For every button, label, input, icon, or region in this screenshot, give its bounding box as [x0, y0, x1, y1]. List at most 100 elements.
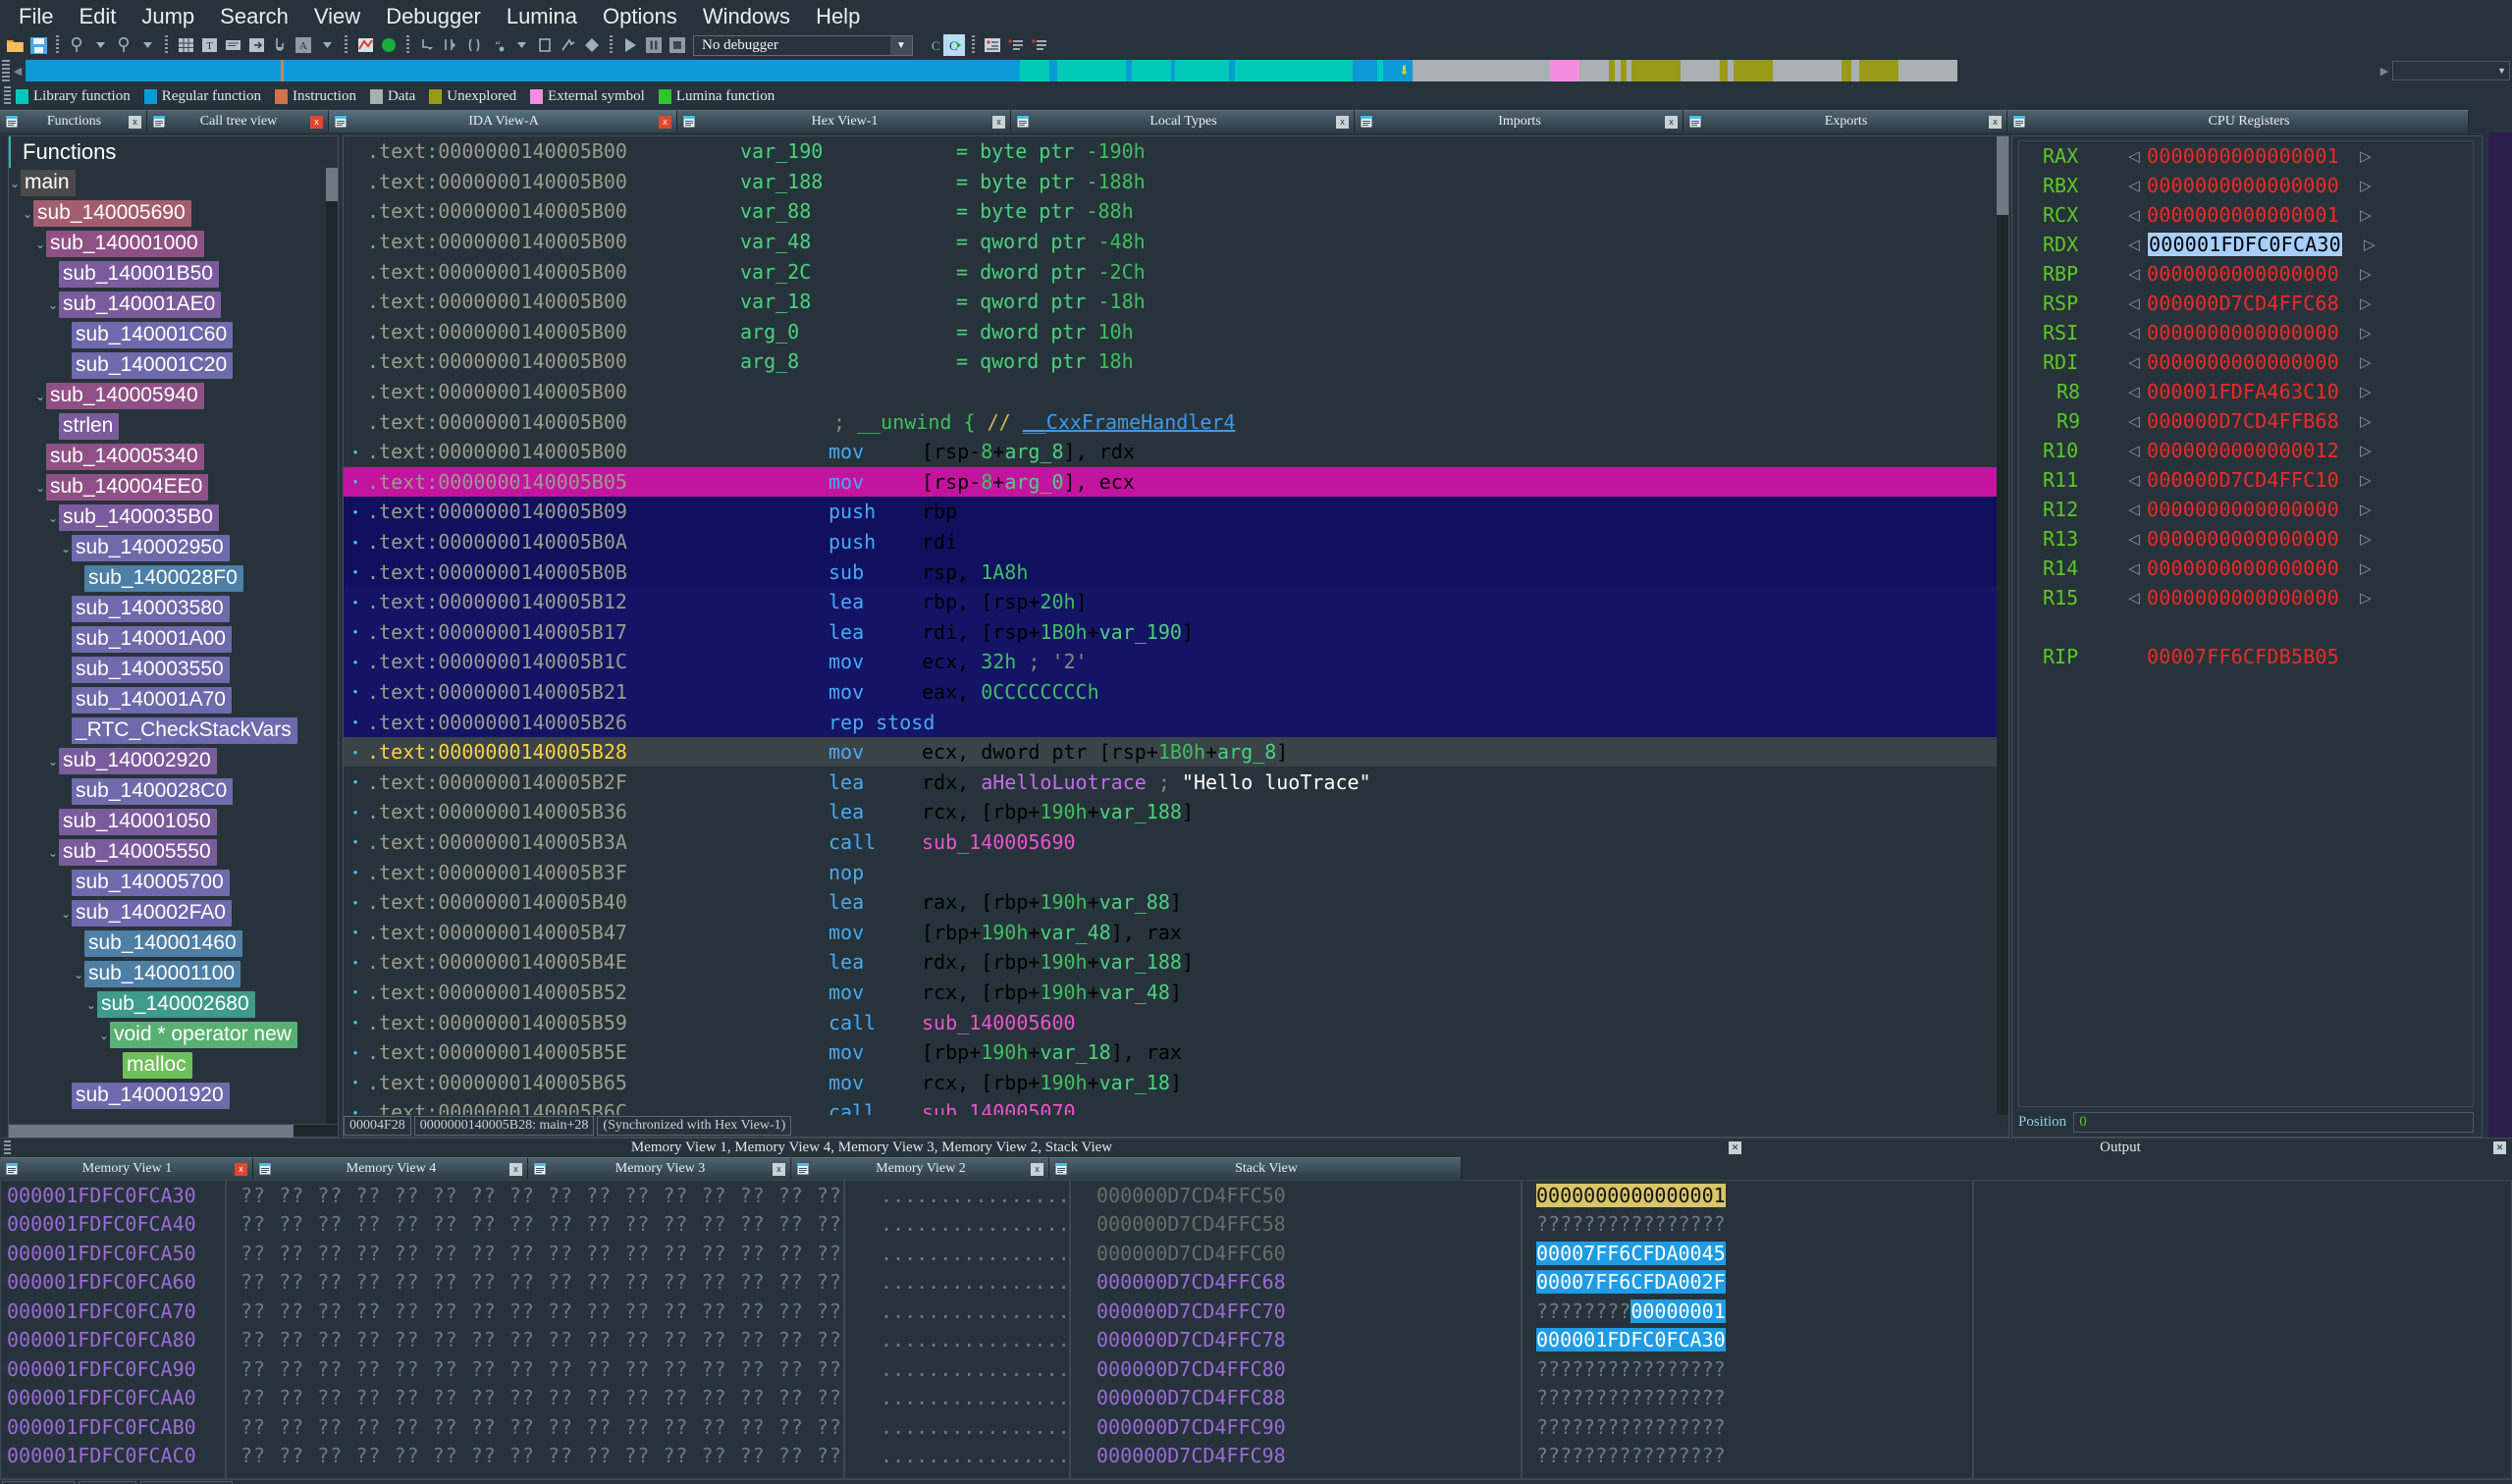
breakpoint-dot-icon[interactable]: •	[344, 745, 367, 760]
disassembly-line[interactable]: •.text:0000000140005B52movrcx, [rbp+190h…	[344, 978, 2008, 1008]
stack-row[interactable]: 000000D7CD4FFC78	[1071, 1326, 1521, 1355]
memory-row[interactable]: ?? ?? ?? ?? ?? ?? ?? ?? ?? ?? ?? ?? ?? ?…	[227, 1268, 843, 1298]
stack-row[interactable]: 000000D7CD4FFC70	[1071, 1297, 1521, 1326]
function-name[interactable]: sub_140004EE0	[46, 474, 208, 501]
function-name[interactable]: sub_140001920	[72, 1083, 230, 1109]
register-next-arrow-icon[interactable]: ▷	[2357, 236, 2382, 253]
register-value[interactable]: 0000000000000000	[2147, 556, 2339, 580]
function-name[interactable]: sub_140001A70	[72, 687, 232, 714]
memory-row[interactable]: ................	[845, 1326, 1069, 1355]
disassembly-line[interactable]: •.text:0000000140005B05mov[rsp-8+arg_0],…	[344, 467, 2008, 498]
disassembly-line[interactable]: .text:0000000140005B00var_2C= dword ptr …	[344, 256, 2008, 287]
disassembly-line[interactable]: •.text:0000000140005B5Emov[rbp+190h+var_…	[344, 1037, 2008, 1068]
tab-ida-view-a[interactable]: IDA View-Ax	[329, 110, 677, 132]
memory-row[interactable]: ................	[845, 1210, 1069, 1240]
stack-row[interactable]: ????????????????	[1523, 1442, 1972, 1471]
function-list-item[interactable]: ⌄void * operator new	[9, 1020, 338, 1050]
memory-row[interactable]: 000001FDFC0FCA80	[1, 1326, 225, 1355]
menu-item-lumina[interactable]: Lumina	[494, 4, 590, 29]
disassembly-line[interactable]: •.text:0000000140005B65movrcx, [rbp+190h…	[344, 1067, 2008, 1097]
memory-row[interactable]: ................	[845, 1442, 1069, 1471]
tab-imports[interactable]: Importsx	[1355, 110, 1684, 132]
register-value[interactable]: 0000000000000001	[2147, 203, 2339, 227]
list-remove-icon[interactable]	[1029, 34, 1050, 56]
menu-item-edit[interactable]: Edit	[66, 4, 129, 29]
function-name[interactable]: malloc	[123, 1052, 192, 1079]
stop-icon[interactable]	[667, 34, 688, 56]
disassembly-lines[interactable]: .text:0000000140005B00var_190= byte ptr …	[344, 136, 2008, 1128]
close-icon[interactable]: x	[509, 1163, 522, 1176]
register-row[interactable]: R8◁000001FDFA463C10▷	[2019, 377, 2473, 406]
close-icon[interactable]: x	[1031, 1163, 1043, 1176]
register-row[interactable]: RIP00007FF6CFDB5B05	[2019, 642, 2473, 671]
register-value[interactable]: 000000D7CD4FFB68	[2147, 409, 2339, 433]
nav-left-arrow-icon[interactable]: ◀	[10, 60, 26, 81]
disassembly-line[interactable]: •.text:0000000140005B1Cmovecx, 32h ; '2'	[344, 647, 2008, 677]
tab-hex-view-1[interactable]: Hex View-1x	[677, 110, 1011, 132]
chevron-down-icon[interactable]: ⌄	[47, 298, 59, 312]
register-next-arrow-icon[interactable]: ▷	[2353, 383, 2378, 400]
legend-grip[interactable]	[4, 86, 11, 106]
close-icon[interactable]: x	[773, 1163, 785, 1176]
memory-row[interactable]: ?? ?? ?? ?? ?? ?? ?? ?? ?? ?? ?? ?? ?? ?…	[227, 1384, 843, 1413]
breakpoint-dot-icon[interactable]: •	[344, 955, 367, 970]
dock-close-icon[interactable]: ✕	[1729, 1141, 1741, 1154]
nav-right-arrow-icon[interactable]: ▶	[2377, 60, 2392, 81]
function-name[interactable]: sub_140001B50	[59, 261, 219, 288]
breakpoint-dot-icon[interactable]: •	[344, 834, 367, 849]
register-next-arrow-icon[interactable]: ▷	[2353, 265, 2378, 283]
memory-row[interactable]: ................	[845, 1297, 1069, 1326]
stack-row[interactable]: 000000D7CD4FFC80	[1071, 1354, 1521, 1384]
memory-row[interactable]: 000001FDFC0FCA60	[1, 1268, 225, 1298]
functions-horizontal-scrollbar[interactable]	[9, 1124, 338, 1137]
register-next-arrow-icon[interactable]: ▷	[2353, 589, 2378, 607]
menu-item-options[interactable]: Options	[590, 4, 690, 29]
register-prev-arrow-icon[interactable]: ◁	[2121, 412, 2147, 430]
breakpoint-icon[interactable]: “	[487, 34, 508, 56]
stack-value[interactable]: ????????????????	[1536, 1444, 1726, 1467]
function-list-item[interactable]: sub_140003550	[9, 655, 338, 685]
tab-cpu-registers[interactable]: CPU Registers	[2007, 110, 2469, 132]
stack-row[interactable]: ????????????????	[1523, 1384, 1972, 1413]
breakpoint-dot-icon[interactable]: •	[344, 445, 367, 459]
register-value[interactable]: 000001FDFC0FCA30	[2147, 232, 2343, 257]
jump-icon[interactable]	[269, 34, 291, 56]
chevron-down-icon[interactable]: ⌄	[34, 390, 46, 403]
function-name[interactable]: sub_140001460	[84, 930, 242, 957]
function-list-item[interactable]: sub_140003580	[9, 594, 338, 624]
registers-icon[interactable]	[558, 34, 579, 56]
menu-item-debugger[interactable]: Debugger	[373, 4, 494, 29]
register-value[interactable]: 000000D7CD4FFC68	[2147, 292, 2339, 315]
memory-row[interactable]: ?? ?? ?? ?? ?? ?? ?? ?? ?? ?? ?? ?? ?? ?…	[227, 1354, 843, 1384]
forward-nav-icon[interactable]	[113, 34, 134, 56]
breakpoint-dot-icon[interactable]: •	[344, 805, 367, 820]
function-list-item[interactable]: sub_1400028F0	[9, 563, 338, 594]
chevron-down-icon[interactable]: ⌄	[34, 481, 46, 495]
function-list-item[interactable]: ⌄sub_140005550	[9, 837, 338, 868]
function-name[interactable]: sub_140001000	[46, 231, 204, 257]
function-name[interactable]: sub_140001A00	[72, 626, 232, 653]
disassembly-line[interactable]: .text:0000000140005B00var_190= byte ptr …	[344, 136, 2008, 167]
function-name[interactable]: sub_1400028F0	[84, 565, 243, 592]
pause-icon[interactable]	[643, 34, 665, 56]
stack-row[interactable]: 000000D7CD4FFC90	[1071, 1412, 1521, 1442]
disassembly-line[interactable]: .text:0000000140005B00	[344, 377, 2008, 407]
stack-row[interactable]: 0000000000000001	[1523, 1181, 1972, 1210]
output-close-icon[interactable]: ✕	[2493, 1141, 2506, 1154]
function-name[interactable]: sub_140003550	[72, 657, 230, 683]
close-icon[interactable]: x	[992, 116, 1005, 129]
nav-zoom-combo[interactable]: ▼	[2392, 61, 2510, 80]
breakpoint-dot-icon[interactable]: •	[344, 865, 367, 879]
disassembly-line[interactable]: •.text:0000000140005B0Bsubrsp, 1A8h	[344, 556, 2008, 587]
memory-row[interactable]: 000001FDFC0FCA30	[1, 1181, 225, 1210]
breakpoint-dot-icon[interactable]: •	[344, 624, 367, 639]
function-list-item[interactable]: sub_140001A70	[9, 685, 338, 716]
register-next-arrow-icon[interactable]: ▷	[2353, 412, 2378, 430]
register-value[interactable]: 0000000000000000	[2147, 586, 2339, 610]
function-list-item[interactable]: ⌄sub_140005690	[9, 198, 338, 229]
breakpoint-dot-icon[interactable]: •	[344, 774, 367, 789]
stack-row[interactable]: 000000D7CD4FFC98	[1071, 1442, 1521, 1471]
functions-list[interactable]: ⌄main⌄sub_140005690⌄sub_140001000sub_140…	[9, 168, 338, 1124]
stack-row[interactable]: 000001FDFC0FCA30	[1523, 1326, 1972, 1355]
disassembly-line[interactable]: •.text:0000000140005B36learcx, [rbp+190h…	[344, 797, 2008, 827]
